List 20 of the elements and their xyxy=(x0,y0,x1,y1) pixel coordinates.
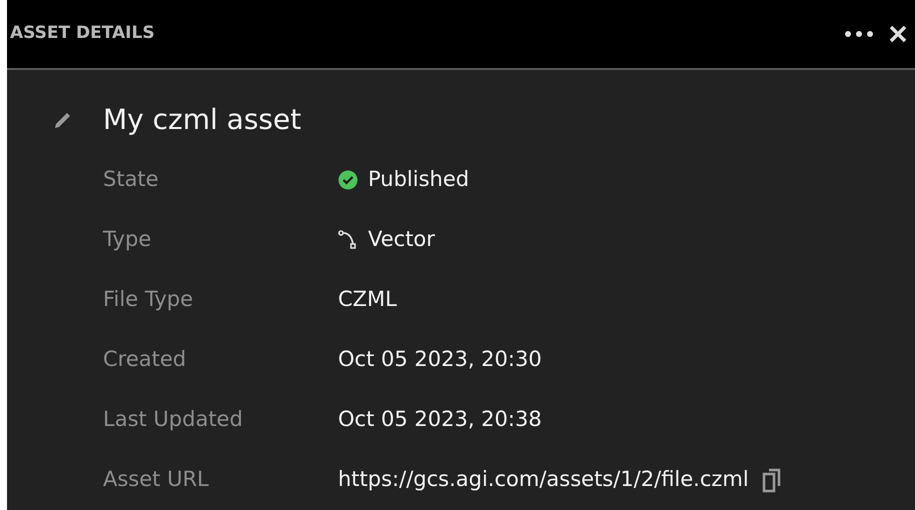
asset-url: https://gcs.agi.com/assets/1/2/file.czml xyxy=(338,466,749,494)
copy-icon xyxy=(762,467,782,493)
field-value: Vector xyxy=(368,226,435,254)
curve-icon xyxy=(338,230,358,250)
field-value: CZML xyxy=(338,286,397,314)
field-label: File Type xyxy=(103,286,194,314)
asset-name: My czml asset xyxy=(103,102,302,138)
field-label: Created xyxy=(103,346,188,374)
panel-title: ASSET DETAILS xyxy=(10,22,156,46)
field-value: Oct 05 2023, 20:30 xyxy=(338,346,542,374)
field-value: Published xyxy=(368,166,470,194)
copy-button[interactable] xyxy=(760,466,783,494)
field-label: Asset URL xyxy=(103,466,210,494)
field-value: Oct 05 2023, 20:38 xyxy=(338,406,542,434)
more-icon xyxy=(844,30,874,38)
check-circle-icon xyxy=(338,170,358,190)
field-label: State xyxy=(103,166,160,194)
close-icon xyxy=(889,25,907,43)
field-label: Last Updated xyxy=(103,406,244,434)
field-label: Type xyxy=(103,226,152,254)
